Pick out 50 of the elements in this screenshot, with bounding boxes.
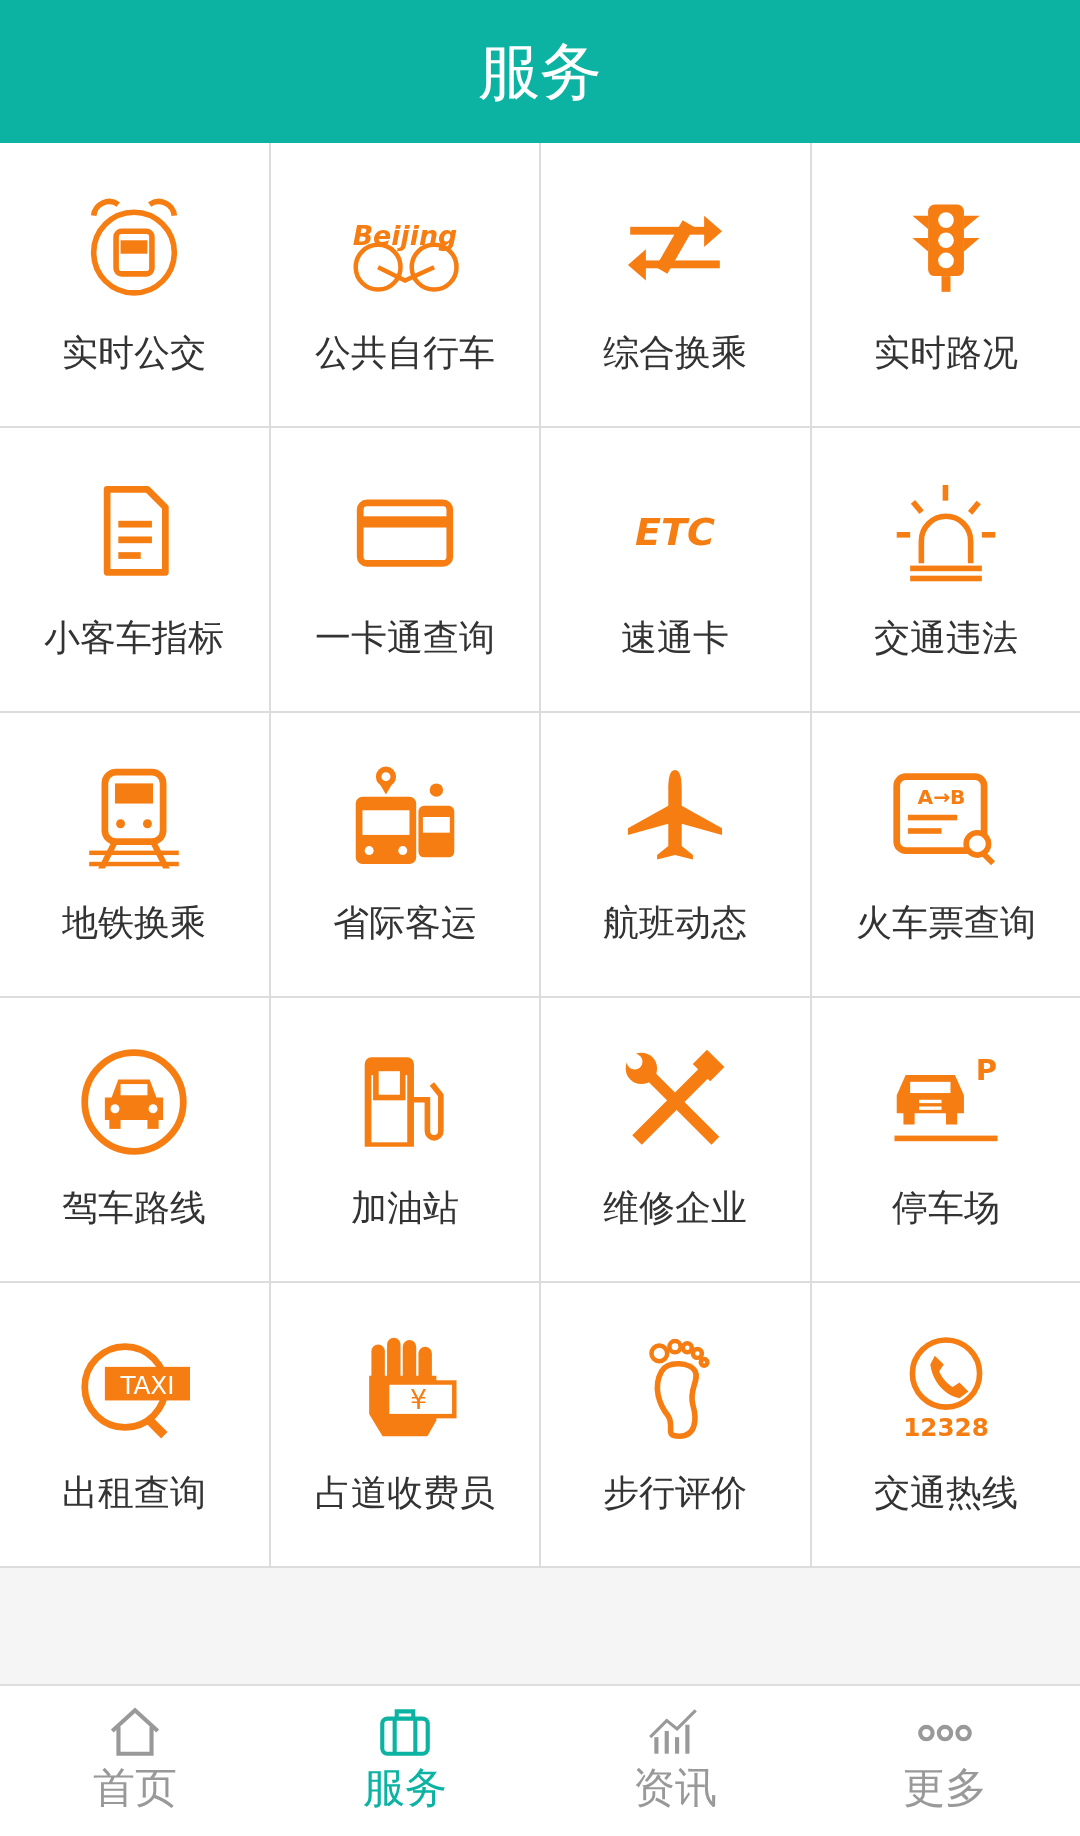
service-label: 小客车指标 — [44, 616, 225, 660]
service-tile[interactable]: 综合换乘 — [541, 143, 810, 426]
service-tile[interactable]: 驾车路线 — [0, 998, 269, 1281]
logo-text: Beijing — [352, 219, 458, 251]
service-tile[interactable]: A→B 火车票查询 — [811, 713, 1080, 996]
service-tile[interactable]: 省际客运 — [270, 713, 539, 996]
service-label: 维修企业 — [603, 1186, 748, 1230]
service-label: 一卡通查询 — [314, 616, 495, 660]
service-tile[interactable]: 小客车指标 — [0, 428, 269, 711]
ticket-search-icon — [893, 773, 995, 866]
service-tile[interactable]: 12328 交通热线 — [811, 1283, 1080, 1566]
service-label: 出租查询 — [62, 1471, 207, 1515]
service-tile[interactable]: P 停车场 — [811, 998, 1080, 1281]
service-tile[interactable]: 维修企业 — [541, 998, 810, 1281]
parking-sign: P — [975, 1052, 997, 1087]
service-label: 地铁换乘 — [62, 901, 207, 945]
service-tile[interactable]: 一卡通查询 — [270, 428, 539, 711]
service-tile[interactable]: 实时公交 — [0, 143, 269, 426]
service-tile[interactable]: 航班动态 — [541, 713, 810, 996]
service-label: 航班动态 — [603, 901, 748, 945]
service-tile[interactable]: 地铁换乘 — [0, 713, 269, 996]
service-label: 加油站 — [350, 1186, 459, 1230]
service-label: 占道收费员 — [314, 1471, 495, 1515]
service-tile[interactable]: 交通违法 — [811, 428, 1080, 711]
phone-icon — [909, 1337, 983, 1410]
service-label: 速通卡 — [621, 616, 730, 660]
service-tile[interactable]: 步行评价 — [541, 1283, 810, 1566]
service-tile[interactable]: 加油站 — [270, 998, 539, 1281]
ticket-text: A→B — [917, 784, 966, 809]
service-tile[interactable]: ¥ 占道收费员 — [270, 1283, 539, 1566]
service-label: 公共自行车 — [314, 331, 495, 375]
yen-sign: ¥ — [409, 1384, 427, 1416]
service-tile[interactable]: Beijing 公共自行车 — [270, 143, 539, 426]
service-label: 火车票查询 — [855, 901, 1036, 945]
service-tile[interactable]: ETC 速通卡 — [541, 428, 810, 711]
service-label: 交通热线 — [873, 1471, 1018, 1515]
service-label: 交通违法 — [873, 616, 1018, 660]
service-label: 综合换乘 — [603, 331, 748, 375]
service-label: 实时路况 — [873, 331, 1018, 375]
logo-text: ETC — [635, 510, 716, 555]
service-label: 步行评价 — [603, 1471, 748, 1515]
page-title: 服务 — [478, 33, 602, 110]
service-label: 停车场 — [891, 1186, 1000, 1230]
service-label: 驾车路线 — [62, 1186, 207, 1230]
hotline-number: 12328 — [902, 1413, 989, 1443]
service-tile[interactable]: TAXI 出租查询 — [0, 1283, 269, 1566]
service-tile[interactable]: 实时路况 — [811, 143, 1080, 426]
taxi-sign: TAXI — [105, 1366, 191, 1401]
service-label: 省际客运 — [332, 901, 477, 945]
service-label: 实时公交 — [62, 331, 207, 375]
